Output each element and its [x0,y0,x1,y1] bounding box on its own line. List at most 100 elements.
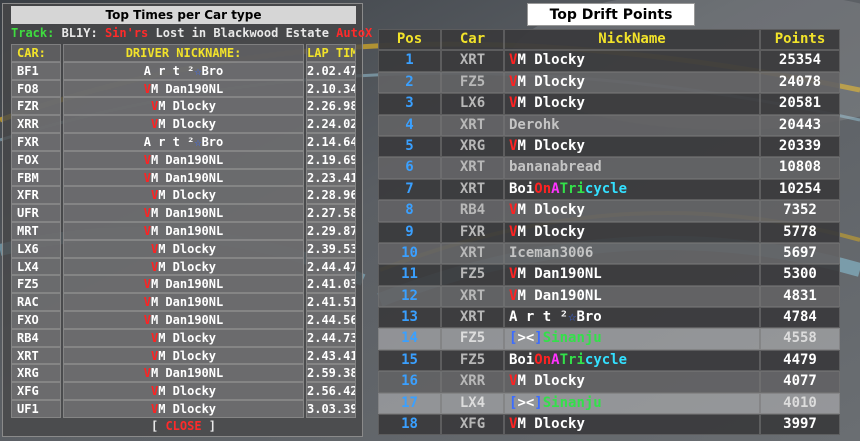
driver-cell: VM Dlocky [63,97,304,116]
car-cell: XRT [441,307,504,329]
points-cell: 10254 [760,178,840,201]
nickname-part: M Dlocky [158,330,217,345]
pos-cell: 2 [378,71,441,94]
pos-cell: 4 [378,114,441,136]
nickname-part: Bro [576,309,602,326]
nickname-part: M Dan190NL [150,312,224,327]
nickname-part: A r t ² [509,309,569,326]
nickname-part: M Dlocky [517,137,585,154]
top-times-row: XRR VM Dlocky 2.24.02 [11,115,356,133]
top-times-row: FOX VM Dan190NL 2.19.69 [11,150,356,169]
nickname-part: V [143,206,151,221]
car-cell: XFG [11,382,61,400]
nickname-cell: Iceman3006 [504,242,760,265]
car-cell: BF1 [11,61,61,80]
top-times-row: FZ5 VM Dan190NL 2.41.03 [11,275,356,294]
pos-cell: 12 [378,285,441,308]
nickname-part: M Dan190NL [517,266,602,283]
nickname-part: cycle [584,351,628,368]
lap-time-cell: 2.27.58 [306,204,356,222]
driver-cell: VM Dan190NL [63,150,304,169]
driver-cell: VM Dan190NL [63,310,304,329]
nickname-part: M Dan190NL [150,277,224,292]
driver-cell: VM Dlocky [63,115,304,133]
nickname-part: V [143,295,151,310]
car-cell: XRT [441,285,504,308]
nickname-part: M Dlocky [517,73,585,90]
header-car: CAR: [11,44,61,62]
top-times-row: FZR VM Dlocky 2.26.98 [11,97,356,116]
pos-cell: 17 [378,392,441,415]
lap-time-cell: 2.10.34 [306,79,356,98]
nickname-part: M Dlocky [158,259,217,274]
top-drift-points-title: Top Drift Points [527,3,695,26]
nickname-part: M Dlocky [158,99,217,114]
track-code: BL1Y: [54,26,105,40]
nickname-cell: [><]Sinanju [504,328,760,350]
top-times-row: XRT VM Dlocky 2.43.41 [11,346,356,365]
points-cell: 25354 [760,50,840,72]
points-cell: 10808 [760,157,840,179]
nickname-part: V [143,223,151,238]
car-cell: XRT [441,178,504,201]
top-times-row: UF1 VM Dlocky 3.03.39 [11,399,356,418]
nickname-part: bananabread [509,159,602,176]
car-cell: RB4 [11,328,61,347]
nickname-part: A [551,180,560,197]
drift-points-row: 13 XRT A r t ²☆Bro 4784 [378,307,840,329]
nickname-cell: VM Dlocky [504,50,760,72]
nickname-cell: BoiOnATricycle [504,349,760,372]
nickname-part: A r t ² [143,63,195,78]
driver-cell: VM Dan190NL [63,364,304,383]
nickname-part: ☆ [194,134,202,149]
driver-cell: A r t ²☆Bro [63,132,304,151]
nickname-cell: BoiOnATricycle [504,178,760,201]
nickname-part: M Dlocky [517,416,585,433]
lap-time-cell: 2.44.47 [306,257,356,276]
lap-time-cell: 2.41.51 [306,293,356,311]
nickname-part: M Dan190NL [150,295,224,310]
nickname-part: M Dlocky [158,188,217,203]
nickname-part: V [143,366,151,381]
driver-cell: VM Dan190NL [63,275,304,294]
points-cell: 4077 [760,371,840,393]
header-car: Car [441,29,504,51]
lap-time-cell: 2.23.41 [306,168,356,187]
points-cell: 20339 [760,135,840,158]
car-cell: FZ5 [441,349,504,372]
driver-cell: VM Dlocky [63,239,304,258]
nickname-part: M Dan190NL [150,223,224,238]
nickname-cell: VM Dlocky [504,221,760,243]
lap-time-cell: 2.59.38 [306,364,356,383]
driver-cell: VM Dan190NL [63,221,304,240]
points-cell: 5697 [760,242,840,265]
nickname-part: Boi [509,351,535,368]
header-pos: Pos [378,29,441,51]
nickname-part: M Dlocky [517,202,585,219]
driver-cell: VM Dlocky [63,328,304,347]
car-cell: FBM [11,168,61,187]
nickname-cell: VM Dlocky [504,135,760,158]
close-button[interactable]: [ CLOSE ] [3,419,364,433]
lap-time-cell: 2.44.56 [306,310,356,329]
top-times-row: FXR A r t ²☆Bro 2.14.64 [11,132,356,151]
drift-header-row: Pos Car NickName Points [378,29,840,51]
header-nickname: NickName [504,29,760,51]
close-bracket-close: ] [201,419,217,433]
lap-time-cell: 2.28.96 [306,186,356,205]
points-cell: 7352 [760,200,840,222]
drift-points-row: 2 FZ5 VM Dlocky 24078 [378,71,840,94]
top-times-row: XRG VM Dan190NL 2.59.38 [11,364,356,383]
nickname-part: M Dlocky [517,95,585,112]
points-cell: 4558 [760,328,840,350]
points-cell: 5300 [760,264,840,286]
points-cell: 4010 [760,392,840,415]
pos-cell: 15 [378,349,441,372]
car-cell: LX4 [11,257,61,276]
drift-points-row: 6 XRT bananabread 10808 [378,157,840,179]
lap-time-cell: 2.26.98 [306,97,356,116]
nickname-cell: Derohk [504,114,760,136]
nickname-part: M Dan190NL [150,170,224,185]
car-cell: FOX [11,150,61,169]
header-lap-time: LAP TIME: [306,44,356,62]
